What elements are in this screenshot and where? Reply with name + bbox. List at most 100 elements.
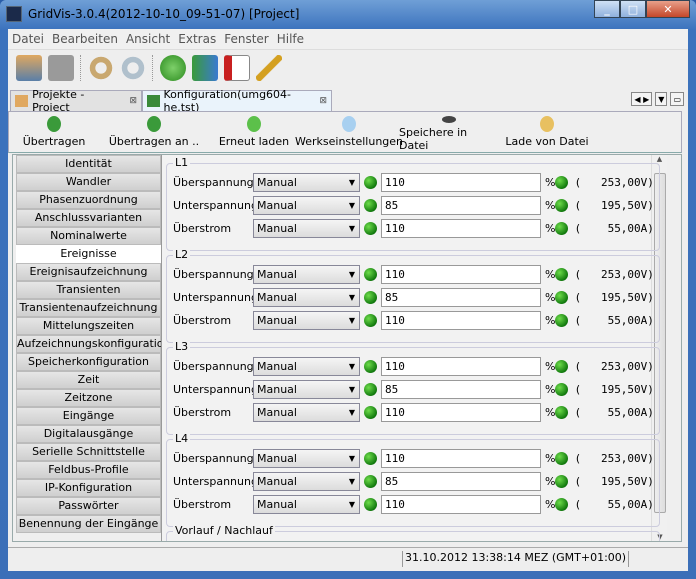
menu-ansicht[interactable]: Ansicht	[122, 32, 174, 46]
maximize-tab-button[interactable]: ▭	[670, 92, 684, 106]
mode-select[interactable]: Manual ▼	[253, 471, 360, 491]
mode-value: Manual	[257, 175, 297, 189]
tab-list-dropdown-button[interactable]: ▼	[655, 92, 668, 106]
chevron-down-icon: ▼	[348, 384, 355, 394]
menu-bearbeiten[interactable]: Bearbeiten	[48, 32, 122, 46]
action-1-button[interactable]: Übertragen an ..	[99, 112, 209, 152]
sidebar-item[interactable]: Aufzeichnungskonfiguration	[16, 335, 171, 353]
sidebar-item[interactable]: Transienten	[16, 281, 161, 299]
scroll-up-icon[interactable]: ▲	[652, 155, 667, 163]
mode-select[interactable]: Manual ▼	[253, 356, 360, 376]
open-project-icon[interactable]	[16, 55, 42, 81]
menu-fenster[interactable]: Fenster	[220, 32, 273, 46]
sidebar-item[interactable]: IP-Konfiguration	[16, 479, 161, 497]
chevron-down-icon: ▼	[348, 453, 355, 463]
chevron-down-icon: ▼	[348, 315, 355, 325]
close-tab-icon[interactable]: ⊠	[319, 96, 327, 106]
maximize-button[interactable]: □	[620, 0, 646, 18]
status-led-icon	[555, 267, 569, 281]
action-3-button[interactable]: Werkseinstellungen	[295, 112, 403, 152]
mode-select[interactable]: Manual ▼	[253, 195, 360, 215]
mode-select[interactable]: Manual ▼	[253, 310, 360, 330]
mode-value: Manual	[257, 474, 297, 488]
sidebar-item[interactable]: Digitalausgänge	[16, 425, 161, 443]
threshold-row: Unterspannung Manual ▼ 85 % ( 195,50V)	[173, 379, 659, 399]
config-panel: Identität Wandler Phasenzuordnung Anschluss…	[12, 154, 682, 542]
redo-icon[interactable]	[120, 55, 146, 81]
status-led-icon	[555, 405, 569, 419]
close-tab-icon[interactable]: ⊠	[129, 96, 137, 106]
threshold-input[interactable]: 110	[381, 494, 541, 514]
chevron-down-icon: ▼	[348, 177, 355, 187]
menu-datei[interactable]: Datei	[8, 32, 48, 46]
action-5-button[interactable]: Lade von Datei	[499, 112, 595, 152]
mode-select[interactable]: Manual ▼	[253, 402, 360, 422]
mode-select[interactable]: Manual ▼	[253, 264, 360, 284]
threshold-input[interactable]: 85	[381, 379, 541, 399]
sidebar-item[interactable]: Identität	[16, 155, 161, 173]
chevron-down-icon: ▼	[348, 499, 355, 509]
sidebar-item[interactable]: Serielle Schnittstelle	[16, 443, 161, 461]
mode-select[interactable]: Manual ▼	[253, 218, 360, 238]
sidebar-item[interactable]: Benennung der Eingänge	[16, 515, 161, 533]
scroll-tabs-left-right-button[interactable]: ◀ ▶	[631, 92, 653, 106]
threshold-row: Überstrom Manual ▼ 110 % ( 55,00A)	[173, 494, 659, 514]
calculated-value: ( 55,00A)	[574, 313, 654, 327]
menu-hilfe[interactable]: Hilfe	[273, 32, 308, 46]
threshold-input[interactable]: 85	[381, 287, 541, 307]
sidebar-item[interactable]: Speicherkonfiguration	[16, 353, 161, 371]
save-icon[interactable]	[48, 55, 74, 81]
keys-icon[interactable]	[256, 55, 282, 81]
main-toolbar	[8, 51, 688, 85]
threshold-label: Überspannung	[173, 175, 254, 189]
mode-select[interactable]: Manual ▼	[253, 448, 360, 468]
threshold-input[interactable]: 85	[381, 471, 541, 491]
sidebar-item[interactable]: Feldbus-Profile	[16, 461, 161, 479]
sidebar-item[interactable]: Nominalwerte	[16, 227, 161, 245]
close-button[interactable]: ✕	[646, 0, 690, 18]
sidebar-item[interactable]: Ereignisse	[16, 245, 161, 263]
group-label: L1	[173, 156, 191, 169]
transfer-icon[interactable]	[160, 55, 186, 81]
mode-select[interactable]: Manual ▼	[253, 172, 360, 192]
threshold-input[interactable]: 110	[381, 356, 541, 376]
sidebar-item[interactable]: Anschlussvarianten	[16, 209, 161, 227]
threshold-input[interactable]: 110	[381, 264, 541, 284]
sidebar-item[interactable]: Mittelungszeiten	[16, 317, 161, 335]
minimize-button[interactable]: _	[594, 0, 620, 18]
import-icon[interactable]	[224, 55, 250, 81]
mode-select[interactable]: Manual ▼	[253, 494, 360, 514]
sidebar-item[interactable]: Passwörter	[16, 497, 161, 515]
calculated-value: ( 195,50V)	[574, 382, 654, 396]
action-4-button[interactable]: Speichere in Datei	[399, 112, 499, 152]
threshold-input[interactable]: 110	[381, 402, 541, 422]
status-led-icon	[555, 474, 569, 488]
transfer-icon	[47, 116, 61, 132]
threshold-row: Überstrom Manual ▼ 110 % ( 55,00A)	[173, 402, 659, 422]
status-bar: 31.10.2012 13:38:14 MEZ (GMT+01:00)	[8, 547, 688, 569]
sidebar-item[interactable]: Transientenaufzeichnung	[16, 299, 161, 317]
sidebar-item[interactable]: Wandler	[16, 173, 161, 191]
threshold-input[interactable]: 110	[381, 218, 541, 238]
tab-konfiguration[interactable]: Konfiguration(umg604-he.tst) ⊠	[142, 88, 332, 114]
threshold-input[interactable]: 110	[381, 310, 541, 330]
mode-select[interactable]: Manual ▼	[253, 379, 360, 399]
status-led-icon	[364, 313, 377, 327]
chevron-down-icon: ▼	[348, 200, 355, 210]
sidebar-item[interactable]: Zeitzone	[16, 389, 161, 407]
database-transfer-icon[interactable]	[192, 55, 218, 81]
threshold-input[interactable]: 110	[381, 172, 541, 192]
threshold-input[interactable]: 110	[381, 448, 541, 468]
sidebar-item[interactable]: Eingänge	[16, 407, 161, 425]
undo-icon[interactable]	[88, 55, 114, 81]
sidebar-item[interactable]: Ereignisaufzeichnung	[16, 263, 161, 281]
threshold-row: Unterspannung Manual ▼ 85 % ( 195,50V)	[173, 287, 659, 307]
sidebar-item[interactable]: Phasenzuordnung	[16, 191, 161, 209]
mode-select[interactable]: Manual ▼	[253, 287, 360, 307]
action-2-button[interactable]: Erneut laden	[209, 112, 299, 152]
threshold-input[interactable]: 85	[381, 195, 541, 215]
action-0-button[interactable]: Übertragen	[9, 112, 99, 152]
sidebar-item[interactable]: Zeit	[16, 371, 161, 389]
tab-projekte[interactable]: Projekte - Project ⊠	[10, 88, 142, 114]
menu-extras[interactable]: Extras	[174, 32, 220, 46]
